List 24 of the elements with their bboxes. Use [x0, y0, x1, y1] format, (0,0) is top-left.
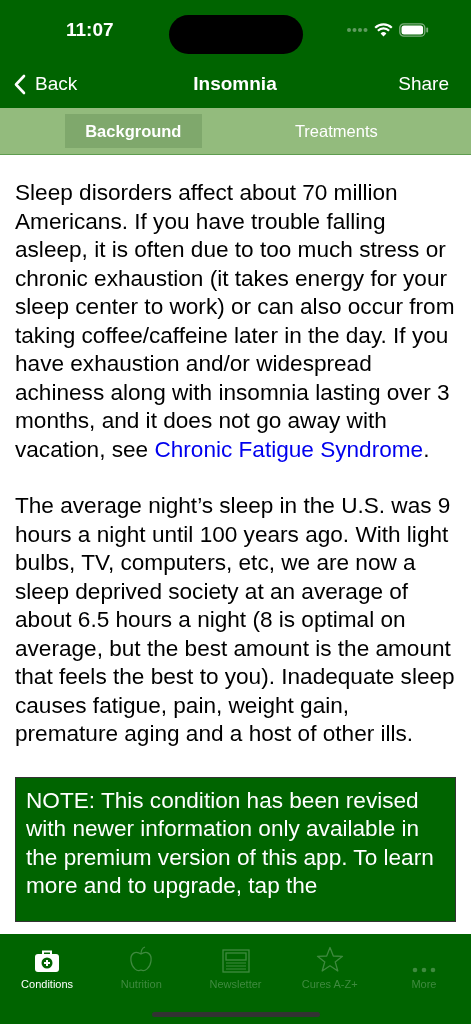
screen-title: Insomnia — [192, 73, 278, 95]
tab-bar-item[interactable]: Newsletter — [188, 934, 283, 992]
tab-bar-item[interactable]: More — [376, 934, 471, 992]
body-paragraph: The average night’s sleep in the U.S. was 9 hours a night until 100 years ago. With light bulbs, TV, computers, etc, we are now a sleep deprived society at an average of about 6.5 hours a night (8 is optimal on average, but the best amount is the amount that feels the best to you). Inadequate sleep causes fatigue, pain, weight gain, premature aging and a host of other ills. — [15, 492, 456, 748]
wifi-icon — [374, 23, 393, 37]
battery-icon — [399, 23, 429, 37]
signal-icon — [346, 27, 368, 33]
article-link[interactable]: Chronic Fatigue Syndrome — [154, 436, 424, 462]
star-icon — [315, 946, 344, 973]
apple-icon — [129, 945, 154, 973]
more-icon — [411, 967, 436, 973]
medical-kit-icon — [34, 949, 61, 973]
segment-tab[interactable]: Background — [65, 114, 202, 148]
tab-bar-item[interactable]: Conditions — [0, 934, 95, 992]
chevron-left-icon — [14, 73, 26, 95]
segment-tab[interactable]: Treatments — [201, 114, 471, 148]
share-button[interactable]: Share — [398, 73, 449, 95]
tab-bar-item[interactable]: Cures A-Z+ — [282, 934, 377, 992]
newspaper-icon — [221, 949, 250, 973]
note-text: NOTE: This condition has been revised with newer information only available in the premium version of this app. To learn more and to upgrade, tap the — [26, 787, 434, 898]
back-button[interactable]: Back — [14, 73, 78, 95]
body-paragraph: Sleep disorders affect about 70 million Americans. If you have trouble falling asleep, it is often due to too much stress or chronic exhaustion (it takes energy for your sleep center to work) or can also occur from taking coffee/caffeine later in the day. If you have exhaustion and/or widespread achiness along with insomnia lasting over 3 months, and it does not go away with vacation, see Chronic Fatigue Syndrome. — [15, 179, 456, 464]
status-time: 11:07 — [66, 19, 115, 41]
tab-bar-item[interactable]: Nutrition — [94, 934, 189, 992]
